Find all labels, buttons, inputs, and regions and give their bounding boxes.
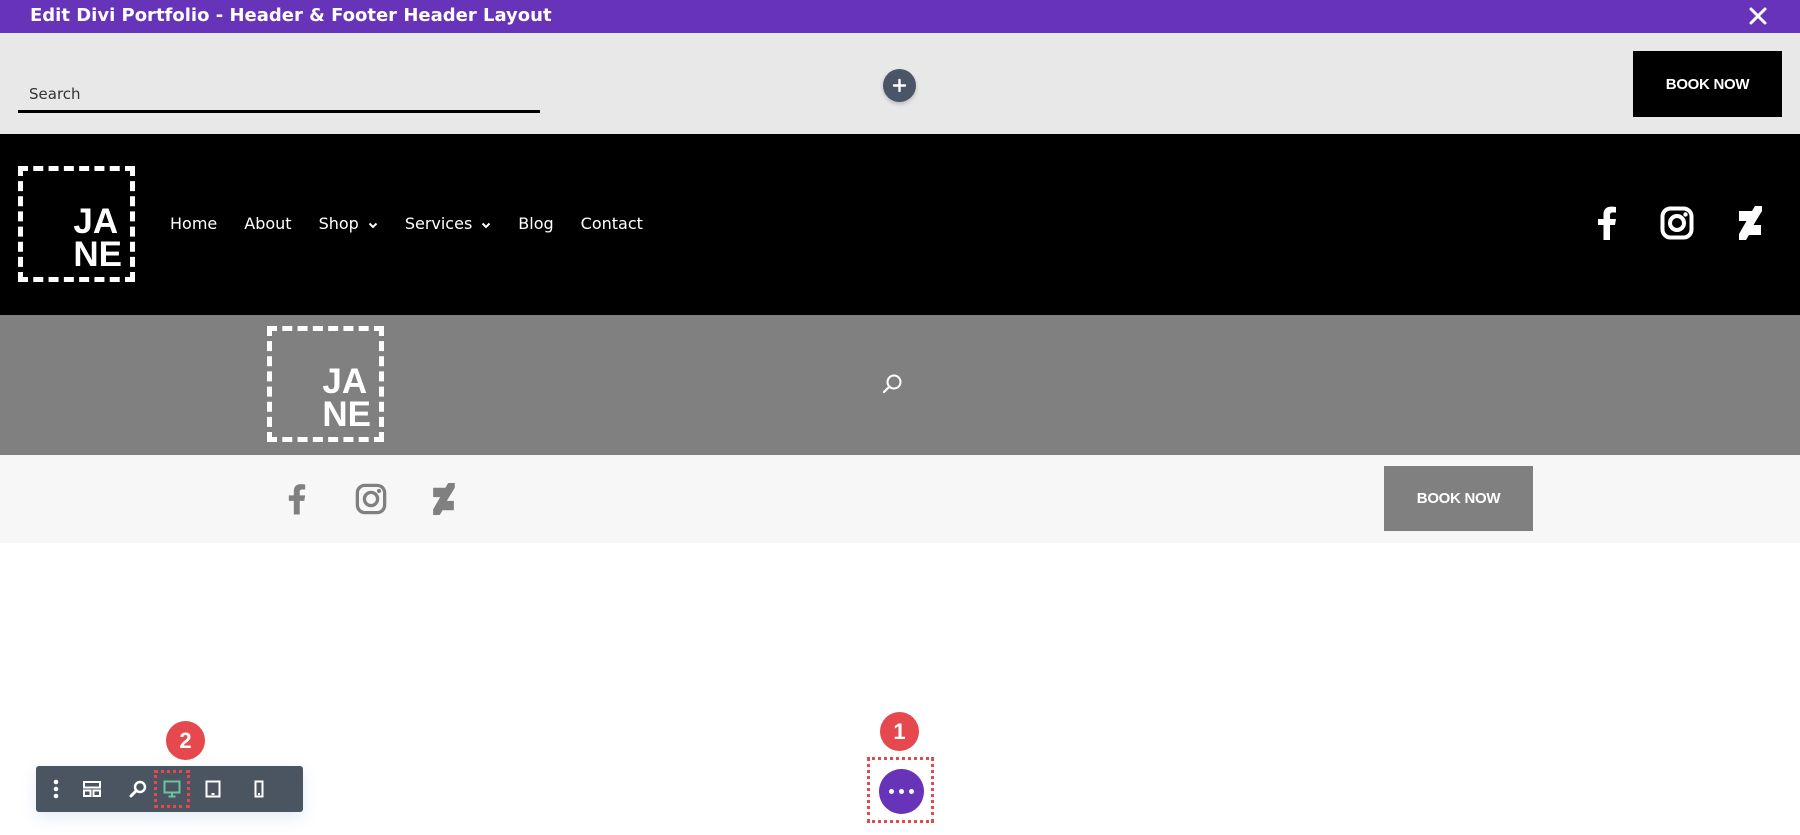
menu-item-label: Contact [580, 214, 643, 233]
menu-item-home[interactable]: Home [170, 214, 217, 233]
phone-view-button[interactable] [239, 766, 279, 812]
facebook-icon[interactable] [1596, 206, 1618, 244]
builder-title: Edit Divi Portfolio - Header & Footer He… [30, 5, 552, 26]
search-field[interactable] [18, 77, 540, 113]
logo-text-line1: JA [322, 361, 368, 401]
menu-item-blog[interactable]: Blog [518, 214, 553, 233]
logo-text-line2: NE [73, 234, 122, 274]
chevron-down-icon [481, 214, 491, 233]
logo-text-line1: JA [73, 201, 119, 241]
settings-menu-button[interactable] [36, 766, 76, 812]
menu-item-contact[interactable]: Contact [581, 214, 643, 233]
menu-item-label: Shop [318, 214, 359, 233]
logo-text-line2: NE [322, 394, 371, 434]
facebook-icon[interactable] [287, 483, 307, 519]
main-menu: Home About Shop Services Blog Contact [170, 214, 670, 233]
book-now-button[interactable]: BOOK NOW [1633, 51, 1782, 117]
add-row-button[interactable] [883, 69, 916, 102]
menu-item-label: About [244, 214, 292, 233]
builder-page-settings-bar [36, 766, 303, 812]
secondary-header-section: JA NE [0, 315, 1800, 455]
site-logo[interactable]: JA NE [267, 326, 384, 442]
vertical-dots-icon [53, 779, 59, 799]
desktop-view-button[interactable] [150, 766, 194, 812]
more-dots-icon [909, 789, 914, 794]
social-bar-section: BOOK NOW [0, 455, 1800, 543]
menu-item-about[interactable]: About [244, 214, 291, 233]
top-header-row: BOOK NOW [0, 33, 1800, 134]
layout-icon [83, 781, 101, 797]
builder-settings-button[interactable] [879, 769, 924, 814]
menu-item-shop[interactable]: Shop [319, 214, 378, 233]
desktop-icon [163, 780, 181, 798]
wireframe-view-button[interactable] [72, 766, 112, 812]
more-dots-icon [899, 789, 904, 794]
chevron-down-icon [368, 214, 378, 233]
zoom-icon [129, 780, 147, 798]
site-logo[interactable]: JA NE [18, 166, 135, 282]
menu-item-label: Blog [518, 214, 554, 233]
plus-icon [892, 78, 907, 93]
menu-item-services[interactable]: Services [405, 214, 491, 233]
search-icon[interactable] [881, 373, 903, 399]
menu-item-label: Services [404, 214, 473, 233]
instagram-icon[interactable] [355, 483, 387, 519]
main-nav-section: JA NE Home About Shop Services Blog Cont… [0, 134, 1800, 315]
search-input[interactable] [18, 77, 540, 110]
deviantart-icon[interactable] [1738, 206, 1762, 244]
menu-item-label: Home [170, 214, 218, 233]
tablet-view-button[interactable] [193, 766, 233, 812]
phone-icon [254, 780, 264, 798]
deviantart-icon[interactable] [432, 483, 455, 519]
tablet-icon [205, 780, 221, 798]
annotation-badge-2: 2 [166, 721, 205, 760]
instagram-icon[interactable] [1660, 206, 1694, 244]
highlight-box [867, 757, 934, 823]
builder-title-bar: Edit Divi Portfolio - Header & Footer He… [0, 0, 1800, 33]
book-now-button[interactable]: BOOK NOW [1384, 466, 1533, 531]
more-dots-icon [889, 789, 894, 794]
annotation-badge-1: 1 [880, 712, 919, 751]
close-icon[interactable] [1746, 4, 1770, 28]
